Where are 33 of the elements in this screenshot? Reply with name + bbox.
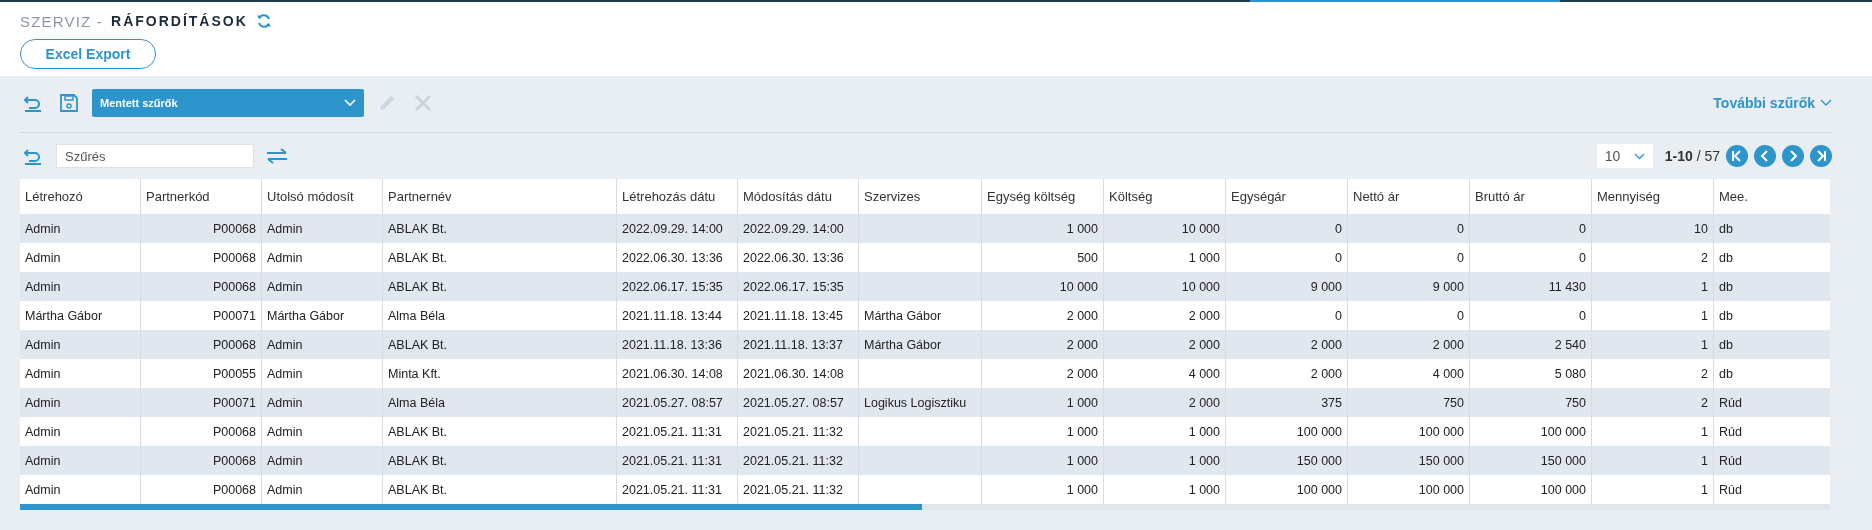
table-cell-text: Admin <box>24 423 62 441</box>
undo-icon <box>23 94 43 112</box>
horizontal-scrollbar[interactable] <box>20 504 922 510</box>
last-page-button[interactable] <box>1810 145 1832 167</box>
chevron-right-icon <box>1787 150 1799 162</box>
table-cell-text: Admin <box>24 394 62 412</box>
page-title: RÁFORDÍTÁSOK <box>111 13 248 29</box>
filter-field[interactable]: Szűrés <box>56 144 254 168</box>
chevron-down-icon <box>1633 152 1645 160</box>
table-cell-text: Mártha Gábor <box>24 307 104 325</box>
first-page-icon <box>1731 150 1743 162</box>
table-cell-text: Admin <box>24 336 62 354</box>
table-cell-text: Admin <box>24 220 62 238</box>
page-size-select[interactable]: 10 <box>1596 144 1653 168</box>
table-cell-text: Admin <box>24 249 62 267</box>
previous-page-button[interactable] <box>1754 145 1776 167</box>
table-cell-text: Admin <box>24 481 62 499</box>
chevron-left-icon <box>1759 150 1771 162</box>
last-page-icon <box>1815 150 1827 162</box>
table-cell-text: Admin <box>24 278 62 296</box>
swap-arrows-icon <box>266 148 288 164</box>
column-header[interactable]: Létrehozó <box>20 179 140 214</box>
undo-icon <box>23 147 43 165</box>
next-page-button[interactable] <box>1782 145 1804 167</box>
table-cell-text: Admin <box>24 365 62 383</box>
chevron-down-icon <box>1820 99 1832 107</box>
page-range: 1-10 / 57 <box>1664 148 1720 164</box>
chevron-down-icon <box>344 99 356 107</box>
close-icon <box>414 94 432 112</box>
table-cell-text: Admin <box>24 452 62 470</box>
refresh-icon[interactable] <box>255 13 272 29</box>
first-page-button[interactable] <box>1726 145 1748 167</box>
pencil-icon <box>378 94 396 112</box>
